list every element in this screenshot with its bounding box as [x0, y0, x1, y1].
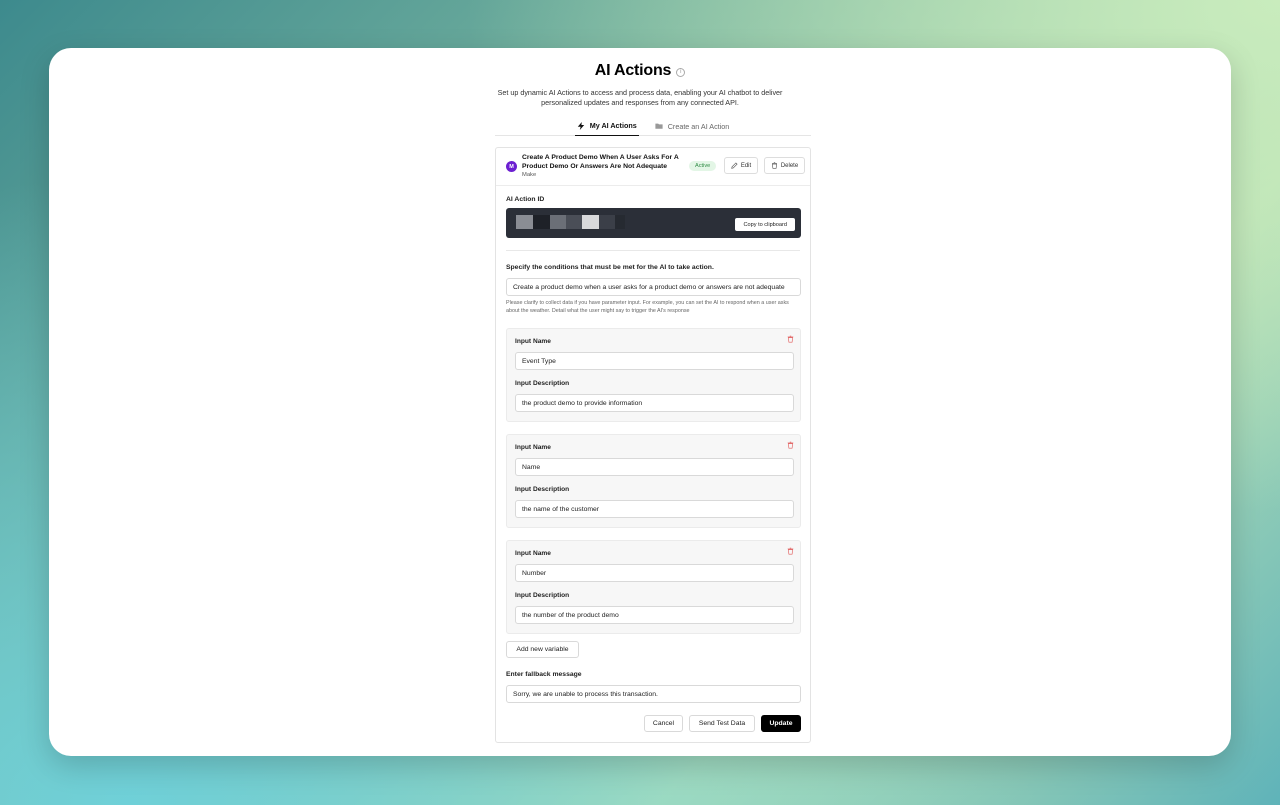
section-divider	[506, 250, 800, 251]
send-test-data-button[interactable]: Send Test Data	[689, 715, 755, 732]
redacted-block	[516, 215, 533, 229]
tab-create-ai-action[interactable]: Create an AI Action	[653, 116, 732, 136]
copy-to-clipboard-button[interactable]: Copy to clipboard	[735, 218, 795, 231]
folder-icon	[655, 123, 663, 129]
conditions-input[interactable]: Create a product demo when a user asks f…	[506, 278, 801, 296]
delete-button[interactable]: Delete	[764, 157, 805, 174]
lightning-icon	[577, 121, 584, 130]
tab-bar: My AI Actions Create an AI Action	[495, 116, 811, 136]
conditions-label: Specify the conditions that must be met …	[506, 264, 714, 271]
input-name-field[interactable]: Event Type	[515, 352, 794, 370]
input-description-field[interactable]: the product demo to provide information	[515, 394, 794, 412]
input-description-field[interactable]: the number of the product demo	[515, 606, 794, 624]
conditions-help-text: Please clarify to collect data if you ha…	[506, 300, 789, 314]
action-card: M Create A Product Demo When A User Asks…	[495, 147, 811, 743]
page-header: AI Actions i Set up dynamic AI Actions t…	[49, 62, 1231, 108]
fallback-message-input[interactable]: Sorry, we are unable to process this tra…	[506, 685, 801, 703]
edit-button[interactable]: Edit	[724, 157, 758, 174]
update-button[interactable]: Update	[761, 715, 801, 732]
status-badge: Active	[689, 161, 717, 171]
page-title: AI Actions	[594, 62, 672, 79]
action-id-field: Copy to clipboard	[506, 208, 801, 238]
delete-variable-icon[interactable]	[787, 335, 794, 343]
redacted-block	[582, 215, 599, 229]
redacted-block	[599, 215, 615, 229]
tab-label: Create an AI Action	[667, 121, 730, 131]
app-window: AI Actions i Set up dynamic AI Actions t…	[49, 48, 1231, 756]
trash-icon	[771, 162, 777, 169]
page-subtitle: Set up dynamic AI Actions to access and …	[497, 88, 783, 107]
edit-label: Edit	[740, 162, 752, 169]
input-description-label: Input Description	[515, 380, 570, 387]
delete-label: Delete	[780, 162, 799, 169]
input-name-label: Input Name	[515, 550, 551, 557]
add-new-variable-button[interactable]: Add new variable	[506, 641, 579, 658]
pencil-icon	[731, 162, 738, 169]
redacted-block	[533, 215, 550, 229]
action-title: Create A Product Demo When A User Asks F…	[522, 154, 679, 170]
delete-variable-icon[interactable]	[787, 547, 794, 555]
cancel-button[interactable]: Cancel	[644, 715, 683, 732]
action-provider: Make	[522, 172, 537, 178]
redacted-block	[566, 215, 582, 229]
input-name-label: Input Name	[515, 338, 551, 345]
make-logo-icon: M	[506, 161, 517, 172]
fallback-label: Enter fallback message	[506, 671, 582, 678]
delete-variable-icon[interactable]	[787, 441, 794, 449]
tab-label: My AI Actions	[589, 121, 637, 130]
variable-block: Input Name Number Input Description the …	[506, 540, 801, 634]
input-name-field[interactable]: Name	[515, 458, 794, 476]
redacted-block	[615, 215, 625, 229]
action-card-header: M Create A Product Demo When A User Asks…	[496, 148, 810, 186]
input-description-field[interactable]: the name of the customer	[515, 500, 794, 518]
variable-block: Input Name Name Input Description the na…	[506, 434, 801, 528]
input-description-label: Input Description	[515, 486, 570, 493]
variable-block: Input Name Event Type Input Description …	[506, 328, 801, 422]
input-name-field[interactable]: Number	[515, 564, 794, 582]
action-id-label: AI Action ID	[506, 196, 545, 203]
input-description-label: Input Description	[515, 592, 570, 599]
info-icon[interactable]: i	[676, 67, 686, 77]
input-name-label: Input Name	[515, 444, 551, 451]
tab-my-ai-actions[interactable]: My AI Actions	[574, 116, 639, 136]
redacted-block	[550, 215, 566, 229]
